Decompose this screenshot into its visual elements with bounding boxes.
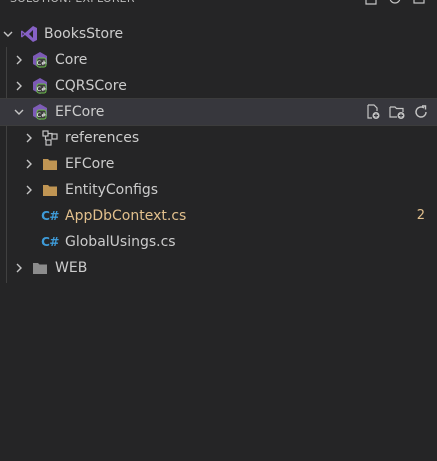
chevron-right-icon[interactable] (21, 182, 37, 198)
csharp-project-icon: C# (31, 103, 49, 121)
chevron-down-icon[interactable] (11, 104, 27, 120)
project-row-actions (364, 103, 429, 120)
chevron-right-icon[interactable] (11, 78, 27, 94)
file-label: AppDbContext.cs (65, 208, 187, 224)
svg-text:C#: C# (37, 86, 46, 93)
file-label: GlobalUsings.cs (65, 234, 176, 250)
project-label: CQRSCore (55, 78, 127, 94)
chevron-right-icon[interactable] (11, 260, 27, 276)
new-file-icon[interactable] (364, 103, 381, 120)
project-label: EFCore (55, 104, 105, 120)
references-label: references (65, 130, 140, 146)
csharp-file-icon: C# (41, 209, 59, 223)
chevron-down-icon[interactable] (0, 26, 16, 42)
solution-label: BooksStore (44, 26, 124, 42)
csharp-project-icon: C# (31, 77, 49, 95)
solution-explorer: SOLUTION: EXPLORER Books (0, 0, 437, 461)
tree-item-project-efcore[interactable]: C# EFCore (0, 98, 437, 126)
folder-grey-icon (31, 259, 49, 277)
svg-text:C#: C# (37, 60, 46, 67)
tree-item-folder-web[interactable]: WEB (0, 255, 437, 281)
refresh-icon[interactable] (412, 103, 429, 120)
tree-item-file-globalusings[interactable]: C# GlobalUsings.cs (0, 229, 437, 255)
new-folder-icon[interactable] (388, 103, 405, 120)
tree-item-file-appdbcontext[interactable]: C# AppDbContext.cs 2 (0, 203, 437, 229)
chevron-right-icon[interactable] (21, 130, 37, 146)
explorer-title: SOLUTION: EXPLORER (10, 0, 135, 8)
tree-item-references[interactable]: references (0, 125, 437, 151)
visual-studio-solution-icon (20, 25, 38, 43)
csharp-file-icon: C# (41, 235, 59, 249)
explorer-header-actions (363, 0, 427, 6)
collapse-all-icon[interactable] (411, 0, 427, 6)
tree-item-project-cqrscore[interactable]: C# CQRSCore (0, 73, 437, 99)
refresh-icon[interactable] (387, 0, 403, 6)
tree-item-folder-entityconfigs[interactable]: EntityConfigs (0, 177, 437, 203)
folder-label: WEB (55, 260, 88, 276)
tree-item-solution-booksstore[interactable]: BooksStore (0, 21, 437, 47)
folder-icon (41, 181, 59, 199)
csharp-project-icon: C# (31, 51, 49, 69)
problems-count-badge: 2 (416, 208, 425, 223)
explorer-header: SOLUTION: EXPLORER (0, 0, 437, 10)
chevron-right-icon[interactable] (21, 156, 37, 172)
folder-label: EFCore (65, 156, 115, 172)
references-icon (41, 129, 59, 147)
folder-icon (41, 155, 59, 173)
svg-text:C#: C# (37, 112, 46, 119)
tree-item-project-core[interactable]: C# Core (0, 47, 437, 73)
solution-tree: BooksStore C# Core C# CQRSCore C# EFCore… (0, 21, 437, 281)
folder-label: EntityConfigs (65, 182, 159, 198)
chevron-right-icon[interactable] (11, 52, 27, 68)
project-label: Core (55, 52, 88, 68)
tree-item-folder-efcore[interactable]: EFCore (0, 151, 437, 177)
new-file-icon[interactable] (363, 0, 379, 6)
